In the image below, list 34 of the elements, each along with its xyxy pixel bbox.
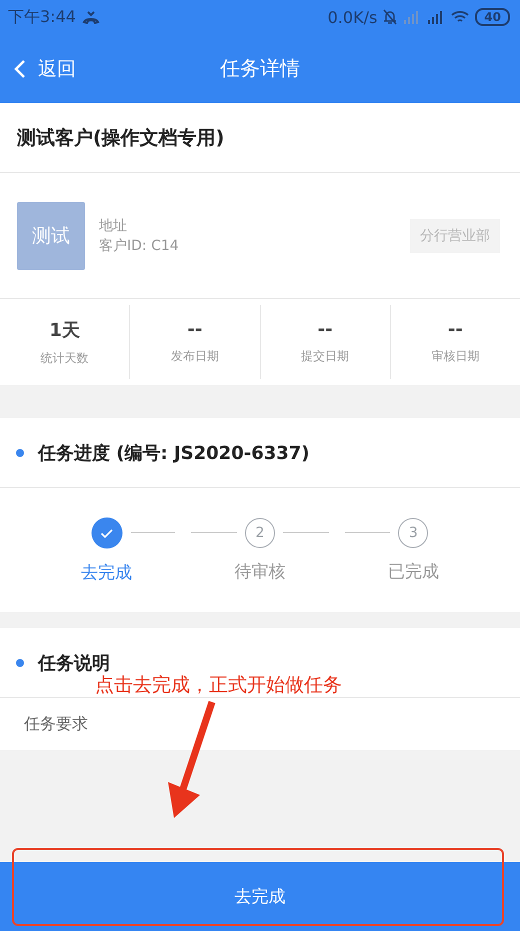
status-time: 下午3:44 [8,6,76,28]
section-heading: 任务说明 [38,652,110,674]
step-label: 待审核 [234,560,286,582]
branch-tag: 分行营业部 [410,218,500,252]
step-number: 3 [398,518,428,548]
stat-label: 发布日期 [170,348,219,365]
bullet-icon [16,448,24,456]
stat-value: -- [318,319,333,340]
missed-call-icon [82,10,100,24]
stat-value: -- [448,319,463,340]
section-heading: 任务进度 (编号: JS2020-6337) [38,442,310,464]
customer-address: 地址 [99,216,128,236]
wifi-icon [451,10,470,24]
customer-logo: 测试 [17,202,85,270]
page-title: 任务详情 [220,56,300,80]
back-chevron-icon [14,58,26,78]
complete-button[interactable]: 去完成 [0,862,520,931]
step-number: 2 [245,518,275,548]
customer-id: 客户ID: C14 [99,236,180,256]
stat-value: -- [187,319,202,340]
battery-level: 40 [475,8,510,26]
stat-label: 统计天数 [40,350,89,366]
step-label: 已完成 [388,560,439,582]
step-label: 去完成 [81,562,132,584]
bell-off-icon [383,9,398,25]
back-button[interactable]: 返回 [0,56,76,82]
stat-value: 1天 [49,318,80,342]
stat-label: 审核日期 [431,348,480,365]
annotation-text: 点击去完成，正式开始做任务 [95,673,342,698]
task-requirements: 任务要求 [24,714,88,734]
network-speed: 0.0K/s [328,8,378,26]
stat-label: 提交日期 [301,348,350,365]
bullet-icon [16,658,24,666]
customer-name: 测试客户(操作文档专用) [17,126,224,150]
